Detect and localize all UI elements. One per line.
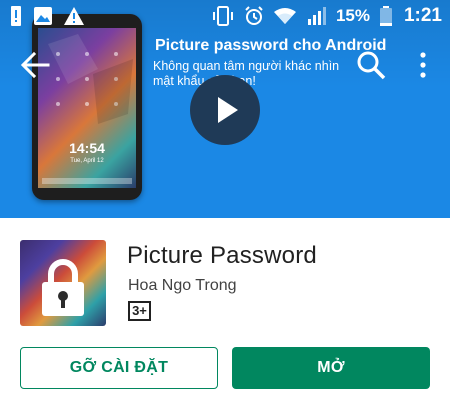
- app-icon: [20, 240, 106, 326]
- banner-title: Picture password cho Android: [155, 37, 387, 54]
- pattern-dots: [48, 34, 133, 124]
- play-video-button[interactable]: [190, 75, 260, 145]
- phone-date: Tue, April 12: [70, 158, 104, 164]
- search-icon[interactable]: [356, 50, 386, 80]
- warning-icon: [11, 6, 21, 26]
- alarm-icon: [245, 6, 263, 25]
- alert-icon: [64, 7, 84, 25]
- play-icon: [218, 97, 238, 123]
- lock-icon: [42, 259, 84, 316]
- promo-banner[interactable]: 14:54 Tue, April 12 Picture password cho…: [0, 0, 450, 218]
- signal-icon: [307, 7, 326, 25]
- more-vert-icon[interactable]: [415, 52, 431, 78]
- developer-link[interactable]: Hoa Ngo Trong: [128, 277, 237, 295]
- status-right: 15% 1:21: [212, 5, 442, 27]
- phone-screen: 14:54 Tue, April 12: [38, 28, 136, 188]
- wifi-icon: [273, 8, 296, 24]
- status-left: [10, 6, 84, 26]
- app-title: Picture Password: [127, 242, 317, 269]
- uninstall-button[interactable]: GỠ CÀI ĐẶT: [20, 347, 218, 389]
- phone-clock: 14:54: [69, 140, 105, 156]
- image-icon: [34, 7, 52, 25]
- banner-subtitle: Không quan tâm người khác nhìn mật khẩu …: [153, 59, 340, 88]
- phone-notification: [42, 178, 132, 184]
- phone-mockup: 14:54 Tue, April 12: [32, 14, 142, 200]
- status-time: 1:21: [403, 5, 442, 26]
- content-rating-badge: 3+: [128, 301, 151, 321]
- vibrate-icon: [212, 6, 233, 26]
- status-bar: 15% 1:21: [0, 0, 450, 32]
- battery-percent: 15%: [335, 6, 370, 25]
- open-button[interactable]: MỞ: [232, 347, 430, 389]
- battery-icon: [379, 6, 392, 26]
- back-arrow-icon[interactable]: [18, 48, 52, 82]
